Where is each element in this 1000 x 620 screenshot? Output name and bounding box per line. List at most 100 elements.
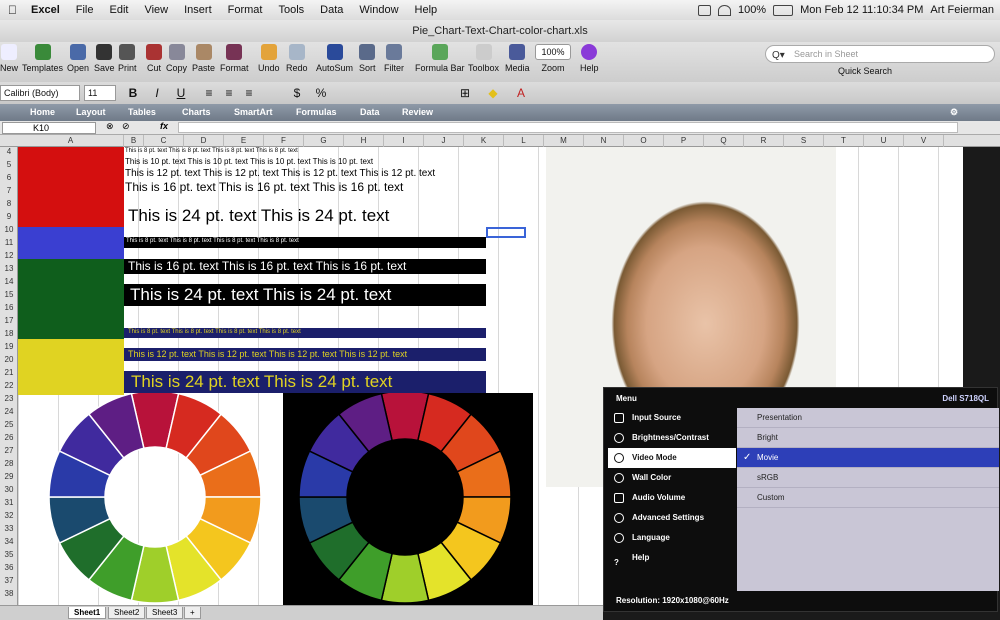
cut-button[interactable]: Cut xyxy=(146,44,162,73)
column-header-c[interactable]: C xyxy=(144,135,184,147)
row-header-31[interactable]: 31 xyxy=(0,498,18,507)
wifi-icon[interactable] xyxy=(717,4,731,16)
add-sheet-button[interactable]: + xyxy=(184,607,201,619)
column-header-t[interactable]: T xyxy=(824,135,864,147)
row-header-21[interactable]: 21 xyxy=(0,368,18,377)
column-header-s[interactable]: S xyxy=(784,135,824,147)
tab-layout[interactable]: Layout xyxy=(76,107,106,117)
row-header-4[interactable]: 4 xyxy=(0,147,18,156)
italic-button[interactable]: I xyxy=(148,85,166,101)
row-header-35[interactable]: 35 xyxy=(0,550,18,559)
tab-sheet3[interactable]: Sheet3 xyxy=(146,607,184,619)
column-header-v[interactable]: V xyxy=(904,135,944,147)
tab-tables[interactable]: Tables xyxy=(128,107,156,117)
menu-help[interactable]: Help xyxy=(407,4,446,16)
row-header-18[interactable]: 18 xyxy=(0,329,18,338)
row-header-32[interactable]: 32 xyxy=(0,511,18,520)
row-header-15[interactable]: 15 xyxy=(0,290,18,299)
row-header-17[interactable]: 17 xyxy=(0,316,18,325)
osd-option-presentation[interactable]: Presentation xyxy=(737,408,999,428)
fill-color-icon[interactable]: ◆ xyxy=(484,85,502,101)
sort-button[interactable]: Sort xyxy=(359,44,376,73)
osd-option-bright[interactable]: Bright xyxy=(737,428,999,448)
row-header-8[interactable]: 8 xyxy=(0,199,18,208)
column-header-j[interactable]: J xyxy=(424,135,464,147)
row-header-10[interactable]: 10 xyxy=(0,225,18,234)
row-header-20[interactable]: 20 xyxy=(0,355,18,364)
apple-menu-icon[interactable]:  xyxy=(0,3,23,17)
osd-option-custom[interactable]: Custom xyxy=(737,488,999,508)
search-input[interactable]: Q▾ Search in Sheet xyxy=(765,45,995,63)
row-header-14[interactable]: 14 xyxy=(0,277,18,286)
toolbox-button[interactable]: Toolbox xyxy=(468,44,499,73)
tab-formulas[interactable]: Formulas xyxy=(296,107,337,117)
column-header-u[interactable]: U xyxy=(864,135,904,147)
row-header-6[interactable]: 6 xyxy=(0,173,18,182)
row-header-19[interactable]: 19 xyxy=(0,342,18,351)
menu-file[interactable]: File xyxy=(68,4,102,16)
row-header-24[interactable]: 24 xyxy=(0,407,18,416)
row-header-22[interactable]: 22 xyxy=(0,381,18,390)
menu-view[interactable]: View xyxy=(136,4,176,16)
row-header-28[interactable]: 28 xyxy=(0,459,18,468)
row-header-16[interactable]: 16 xyxy=(0,303,18,312)
row-header-33[interactable]: 33 xyxy=(0,524,18,533)
print-button[interactable]: Print xyxy=(118,44,137,73)
zoom-control[interactable]: 100% Zoom xyxy=(535,44,571,73)
osd-option-movie[interactable]: ✓ Movie xyxy=(737,448,999,468)
user-name[interactable]: Art Feierman xyxy=(930,4,994,16)
app-menu[interactable]: Excel xyxy=(23,4,68,16)
row-header-37[interactable]: 37 xyxy=(0,576,18,585)
column-header-g[interactable]: G xyxy=(304,135,344,147)
save-button[interactable]: Save xyxy=(94,44,115,73)
redo-button[interactable]: Redo xyxy=(286,44,308,73)
column-header-e[interactable]: E xyxy=(224,135,264,147)
copy-button[interactable]: Copy xyxy=(166,44,187,73)
filter-button[interactable]: Filter xyxy=(384,44,404,73)
row-header-29[interactable]: 29 xyxy=(0,472,18,481)
row-header-38[interactable]: 38 xyxy=(0,589,18,598)
osd-item-advanced[interactable]: Advanced Settings xyxy=(608,508,736,528)
undo-button[interactable]: Undo xyxy=(258,44,280,73)
row-header-5[interactable]: 5 xyxy=(0,160,18,169)
battery-icon[interactable] xyxy=(773,4,794,16)
open-button[interactable]: Open xyxy=(67,44,89,73)
confirm-icon[interactable]: ⊘ xyxy=(122,121,130,132)
row-header-9[interactable]: 9 xyxy=(0,212,18,221)
menu-tools[interactable]: Tools xyxy=(270,4,312,16)
selected-cell[interactable] xyxy=(486,227,526,238)
airplay-icon[interactable] xyxy=(697,4,711,16)
tab-sheet2[interactable]: Sheet2 xyxy=(108,607,146,619)
column-header-p[interactable]: P xyxy=(664,135,704,147)
tab-home[interactable]: Home xyxy=(30,107,55,117)
row-header-27[interactable]: 27 xyxy=(0,446,18,455)
osd-item-language[interactable]: Language xyxy=(608,528,736,548)
column-header-r[interactable]: R xyxy=(744,135,784,147)
underline-button[interactable]: U xyxy=(172,85,190,101)
tab-review[interactable]: Review xyxy=(402,107,433,117)
autosum-button[interactable]: AutoSum xyxy=(316,44,353,73)
osd-option-srgb[interactable]: sRGB xyxy=(737,468,999,488)
column-header-l[interactable]: L xyxy=(504,135,544,147)
bold-button[interactable]: B xyxy=(124,85,142,101)
cancel-icon[interactable]: ⊗ xyxy=(106,121,114,132)
column-header-m[interactable]: M xyxy=(544,135,584,147)
menu-format[interactable]: Format xyxy=(220,4,271,16)
align-right-icon[interactable]: ≡ xyxy=(240,85,258,101)
settings-icon[interactable]: ⚙ xyxy=(950,107,958,118)
tab-charts[interactable]: Charts xyxy=(182,107,211,117)
help-button[interactable]: Help xyxy=(580,44,599,73)
paste-button[interactable]: Paste xyxy=(192,44,215,73)
formula-input[interactable] xyxy=(178,122,958,133)
column-header-h[interactable]: H xyxy=(344,135,384,147)
column-header-i[interactable]: I xyxy=(384,135,424,147)
row-header-34[interactable]: 34 xyxy=(0,537,18,546)
osd-item-audio[interactable]: Audio Volume xyxy=(608,488,736,508)
osd-item-input-source[interactable]: Input Source xyxy=(608,408,736,428)
menu-window[interactable]: Window xyxy=(351,4,406,16)
row-header-36[interactable]: 36 xyxy=(0,563,18,572)
font-color-icon[interactable]: A xyxy=(512,85,530,101)
menu-insert[interactable]: Insert xyxy=(176,4,220,16)
column-header-q[interactable]: Q xyxy=(704,135,744,147)
name-box[interactable]: K10 xyxy=(2,122,96,134)
